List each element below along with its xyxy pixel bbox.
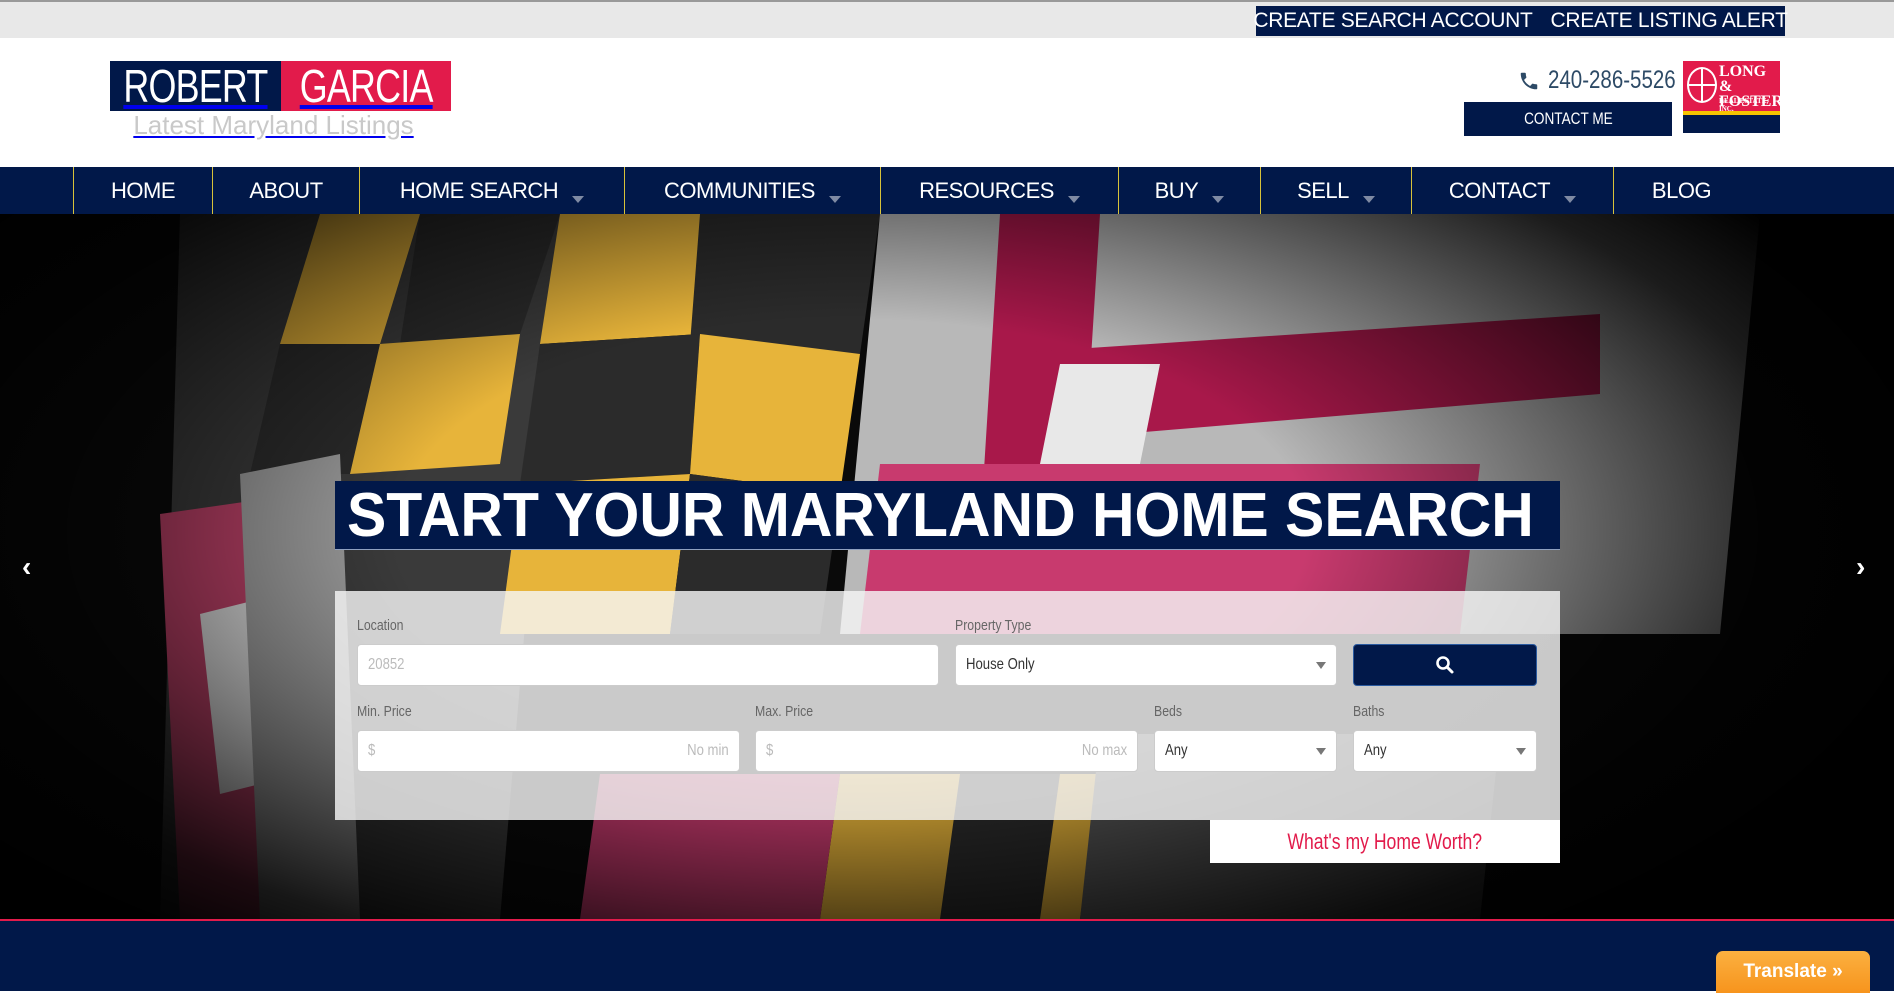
beds-label: Beds [1154, 703, 1183, 720]
site-header: ROBERT GARCIA Latest Maryland Listings 2… [0, 38, 1894, 167]
nav-item-resources[interactable]: RESOURCES [880, 167, 1118, 214]
home-worth-link[interactable]: What's my Home Worth? [1210, 820, 1560, 863]
nav-item-buy[interactable]: BUY [1118, 167, 1260, 214]
create-listing-alert-link[interactable]: CREATE LISTING ALERT [1551, 9, 1788, 33]
translate-button[interactable]: Translate » [1716, 951, 1870, 993]
logo-tagline: Latest Maryland Listings [133, 110, 414, 140]
lf-logo-band [1683, 115, 1780, 133]
dropdown-arrow-icon [1516, 747, 1526, 755]
beds-select[interactable]: Any [1154, 730, 1337, 772]
home-search-form: Location 20852 Property Type House Only … [335, 591, 1560, 820]
main-nav: HOME ABOUT HOME SEARCH COMMUNITIES RESOU… [0, 167, 1894, 214]
min-price-input[interactable]: $ No min [357, 730, 740, 772]
logo-first-name: ROBERT [110, 60, 281, 112]
max-price-label: Max. Price [755, 703, 814, 720]
location-input[interactable]: 20852 [357, 644, 939, 686]
site-logo[interactable]: ROBERT GARCIA Latest Maryland Listings [110, 60, 452, 140]
slider-prev-arrow[interactable]: ‹ [22, 551, 31, 583]
dropdown-arrow-icon [1316, 747, 1326, 755]
nav-item-blog[interactable]: BLOG [1613, 167, 1749, 214]
hero-slider: ‹ › START YOUR MARYLAND HOME SEARCH Loca… [0, 214, 1894, 919]
nav-item-home-search[interactable]: HOME SEARCH [359, 167, 624, 214]
nav-item-home[interactable]: HOME [73, 167, 212, 214]
create-search-account-link[interactable]: CREATE SEARCH ACCOUNT [1253, 9, 1532, 33]
search-icon [1436, 656, 1454, 674]
property-type-label: Property Type [955, 617, 1032, 634]
nav-item-communities[interactable]: COMMUNITIES [624, 167, 880, 214]
baths-select[interactable]: Any [1353, 730, 1537, 772]
chevron-down-icon [1362, 196, 1375, 203]
lf-emblem-icon [1687, 67, 1717, 103]
nav-item-sell[interactable]: SELL [1260, 167, 1411, 214]
property-type-select[interactable]: House Only [955, 644, 1337, 686]
chevron-down-icon [1067, 196, 1080, 203]
min-price-label: Min. Price [357, 703, 412, 720]
phone-number[interactable]: 240-286-5526 [1518, 66, 1704, 95]
nav-item-contact[interactable]: CONTACT [1411, 167, 1613, 214]
top-utility-bar: CREATE SEARCH ACCOUNT CREATE LISTING ALE… [0, 0, 1894, 38]
slider-next-arrow[interactable]: › [1856, 551, 1865, 583]
search-button[interactable] [1353, 644, 1537, 686]
long-foster-logo: LONG & FOSTER REAL ESTATE, INC. [1683, 61, 1783, 133]
max-price-input[interactable]: $ No max [755, 730, 1138, 772]
hero-title: START YOUR MARYLAND HOME SEARCH [335, 481, 1560, 550]
baths-label: Baths [1353, 703, 1385, 720]
chevron-down-icon [1212, 196, 1225, 203]
chevron-down-icon [1564, 196, 1577, 203]
footer-band [0, 919, 1894, 991]
dropdown-arrow-icon [1316, 661, 1326, 669]
chevron-down-icon [572, 196, 585, 203]
nav-item-about[interactable]: ABOUT [212, 167, 359, 214]
chevron-down-icon [828, 196, 841, 203]
contact-me-button[interactable]: CONTACT ME [1464, 102, 1672, 136]
logo-name-bar: ROBERT GARCIA [110, 60, 452, 112]
phone-icon [1520, 72, 1538, 89]
account-links: CREATE SEARCH ACCOUNT CREATE LISTING ALE… [1253, 6, 1788, 36]
logo-last-name: GARCIA [281, 60, 452, 112]
location-label: Location [357, 617, 404, 634]
